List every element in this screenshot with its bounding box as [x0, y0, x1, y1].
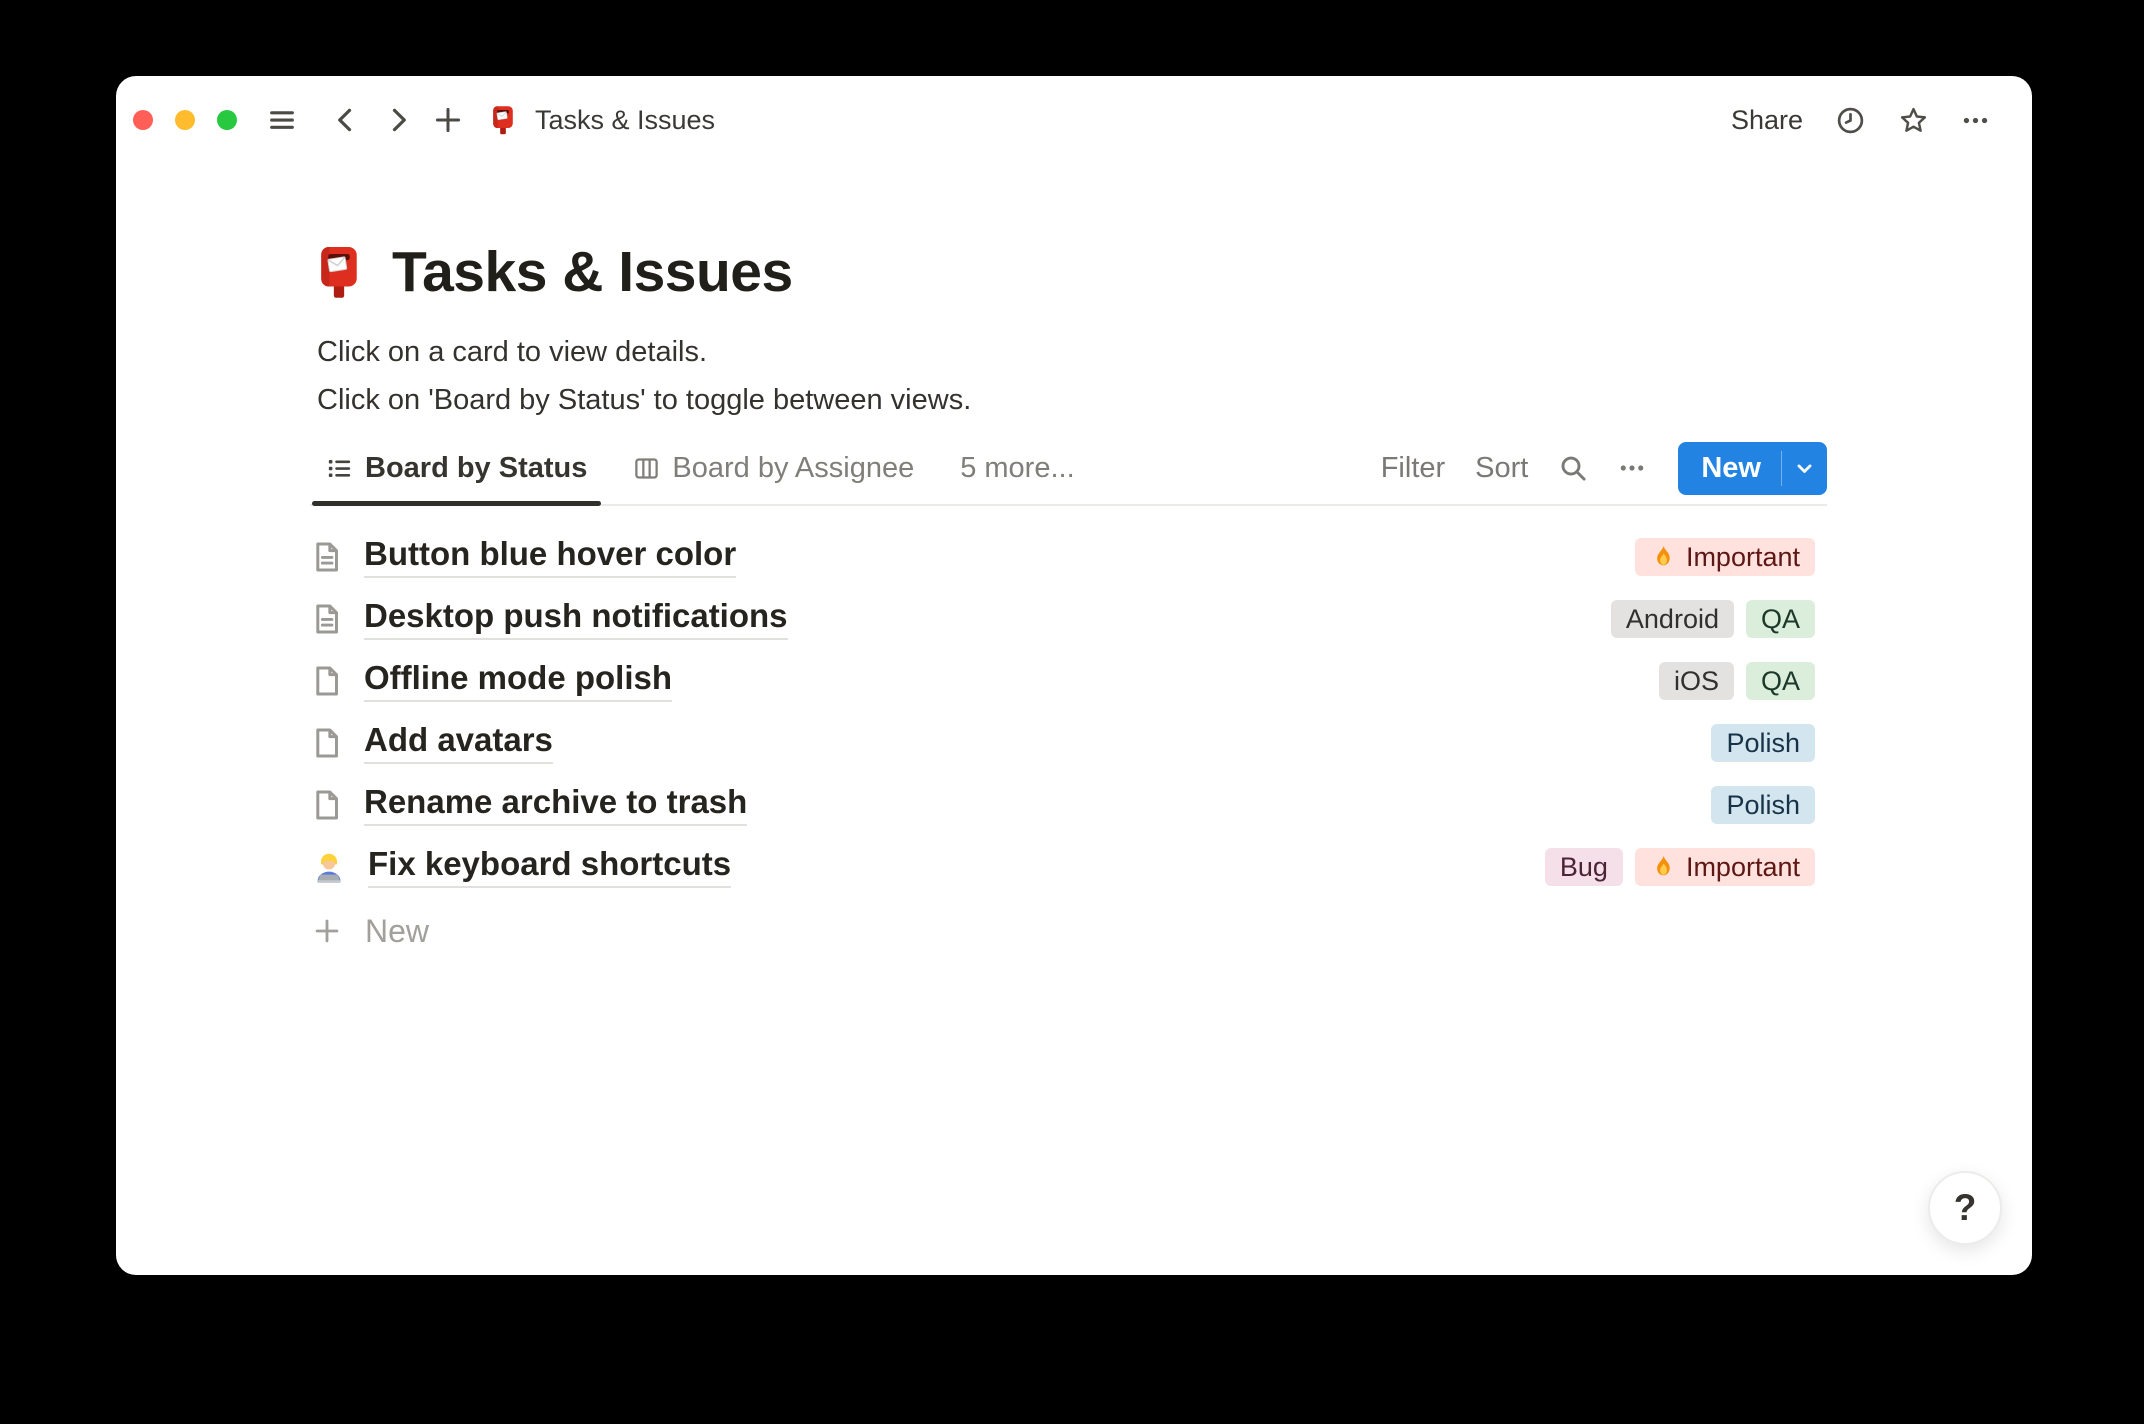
- task-list: Button blue hover color Important Desktop …: [310, 526, 1827, 898]
- page-text-icon: [310, 602, 344, 636]
- row-title[interactable]: Fix keyboard shortcuts: [368, 845, 732, 888]
- board-view-icon: [633, 455, 660, 482]
- page-blank-icon: [310, 726, 344, 760]
- view-tab-board-by-assignee[interactable]: Board by Assignee: [619, 432, 928, 504]
- tag-label: Important: [1685, 851, 1800, 882]
- postbox-icon: [487, 104, 519, 136]
- fire-icon: [1650, 544, 1677, 571]
- collection-toolbar: Board by Status Board by Assignee 5 more..…: [310, 432, 1827, 506]
- row-title[interactable]: Button blue hover color: [364, 535, 737, 578]
- view-tab-board-by-status[interactable]: Board by Status: [312, 432, 602, 506]
- view-tab-label: Board by Status: [365, 451, 588, 484]
- nav-forward-icon[interactable]: [383, 105, 413, 135]
- row-title[interactable]: Offline mode polish: [364, 659, 673, 702]
- new-tab-icon[interactable]: [433, 105, 463, 135]
- view-options-icon[interactable]: [1618, 454, 1646, 482]
- collection-controls: Filter Sort New: [1381, 441, 1827, 495]
- add-new-row[interactable]: New: [310, 900, 1827, 962]
- tag-qa[interactable]: QA: [1745, 600, 1815, 638]
- tag-android[interactable]: Android: [1610, 600, 1734, 638]
- technologist-icon: [310, 848, 348, 886]
- description-line: Click on a card to view details.: [317, 336, 708, 368]
- minimize-button[interactable]: [175, 110, 195, 130]
- more-options-icon[interactable]: [1961, 106, 1990, 135]
- window-titlebar: Tasks & Issues Share: [116, 76, 2032, 164]
- tag-label: Polish: [1726, 789, 1800, 820]
- postbox-icon[interactable]: [310, 243, 368, 301]
- new-button-label[interactable]: New: [1678, 442, 1781, 495]
- plus-icon: [313, 917, 341, 945]
- titlebar-actions: Share: [1731, 105, 1990, 136]
- tag-label: Android: [1625, 603, 1719, 634]
- table-row[interactable]: Rename archive to trash Polish: [310, 774, 1827, 836]
- tag-ios[interactable]: iOS: [1658, 662, 1734, 700]
- nav-back-icon[interactable]: [331, 105, 361, 135]
- sidebar-menu-icon[interactable]: [267, 105, 297, 135]
- tag-polish[interactable]: Polish: [1711, 724, 1815, 762]
- page-text-icon: [310, 540, 344, 574]
- traffic-lights: [133, 110, 237, 130]
- page-title-block: Tasks & Issues: [310, 230, 1827, 314]
- table-row[interactable]: Offline mode polish iOS QA: [310, 650, 1827, 712]
- tag-label: QA: [1760, 603, 1800, 634]
- tag-bug[interactable]: Bug: [1544, 848, 1623, 886]
- tag-important[interactable]: Important: [1634, 538, 1815, 576]
- tag-label: Important: [1685, 541, 1800, 572]
- description-line: Click on 'Board by Status' to toggle bet…: [317, 384, 972, 416]
- row-tags: Important: [1634, 538, 1815, 576]
- page-blank-icon: [310, 788, 344, 822]
- view-tab-label: 5 more...: [960, 451, 1075, 484]
- page-blank-icon: [310, 664, 344, 698]
- row-title[interactable]: Rename archive to trash: [364, 783, 748, 826]
- page-title[interactable]: Tasks & Issues: [392, 239, 793, 305]
- row-title[interactable]: Add avatars: [364, 721, 553, 764]
- zoom-button[interactable]: [217, 110, 237, 130]
- row-tags: Polish: [1711, 786, 1815, 824]
- table-row[interactable]: Add avatars Polish: [310, 712, 1827, 774]
- search-icon[interactable]: [1558, 453, 1588, 483]
- tag-label: QA: [1760, 665, 1800, 696]
- table-row[interactable]: Button blue hover color Important: [310, 526, 1827, 588]
- share-button[interactable]: Share: [1731, 105, 1803, 136]
- new-dropdown[interactable]: [1782, 442, 1827, 495]
- add-new-row-label: New: [365, 912, 430, 949]
- table-row[interactable]: Fix keyboard shortcuts Bug Important: [310, 836, 1827, 898]
- fire-icon: [1650, 854, 1677, 881]
- row-tags: iOS QA: [1658, 662, 1815, 700]
- tag-label: iOS: [1673, 665, 1719, 696]
- tag-polish[interactable]: Polish: [1711, 786, 1815, 824]
- tag-label: Polish: [1726, 727, 1800, 758]
- updates-clock-icon[interactable]: [1835, 105, 1866, 136]
- close-button[interactable]: [133, 110, 153, 130]
- view-tab-label: Board by Assignee: [672, 451, 915, 484]
- table-row[interactable]: Desktop push notifications Android QA: [310, 588, 1827, 650]
- tag-label: Bug: [1559, 851, 1608, 882]
- list-view-icon: [326, 455, 353, 482]
- help-button[interactable]: ?: [1928, 1171, 2002, 1245]
- chevron-down-icon: [1793, 457, 1816, 480]
- row-tags: Bug Important: [1544, 848, 1815, 886]
- view-tabs: Board by Status Board by Assignee 5 more..…: [312, 432, 1089, 506]
- row-tags: Polish: [1711, 724, 1815, 762]
- filter-button[interactable]: Filter: [1381, 452, 1445, 485]
- new-button[interactable]: New: [1678, 441, 1827, 495]
- page-description[interactable]: Click on a card to view details. Click o…: [317, 328, 1827, 424]
- row-title[interactable]: Desktop push notifications: [364, 597, 788, 640]
- breadcrumb-page-title[interactable]: Tasks & Issues: [535, 105, 715, 136]
- view-tab-5-more[interactable]: 5 more...: [946, 432, 1088, 504]
- tag-qa[interactable]: QA: [1745, 662, 1815, 700]
- favorite-star-icon[interactable]: [1898, 105, 1929, 136]
- page-content: Tasks & Issues Click on a card to view d…: [310, 226, 1827, 962]
- sort-button[interactable]: Sort: [1475, 452, 1528, 485]
- tag-important[interactable]: Important: [1634, 848, 1815, 886]
- row-tags: Android QA: [1610, 600, 1815, 638]
- notion-window: Tasks & Issues Share Tasks & Issues Clic…: [116, 76, 2032, 1275]
